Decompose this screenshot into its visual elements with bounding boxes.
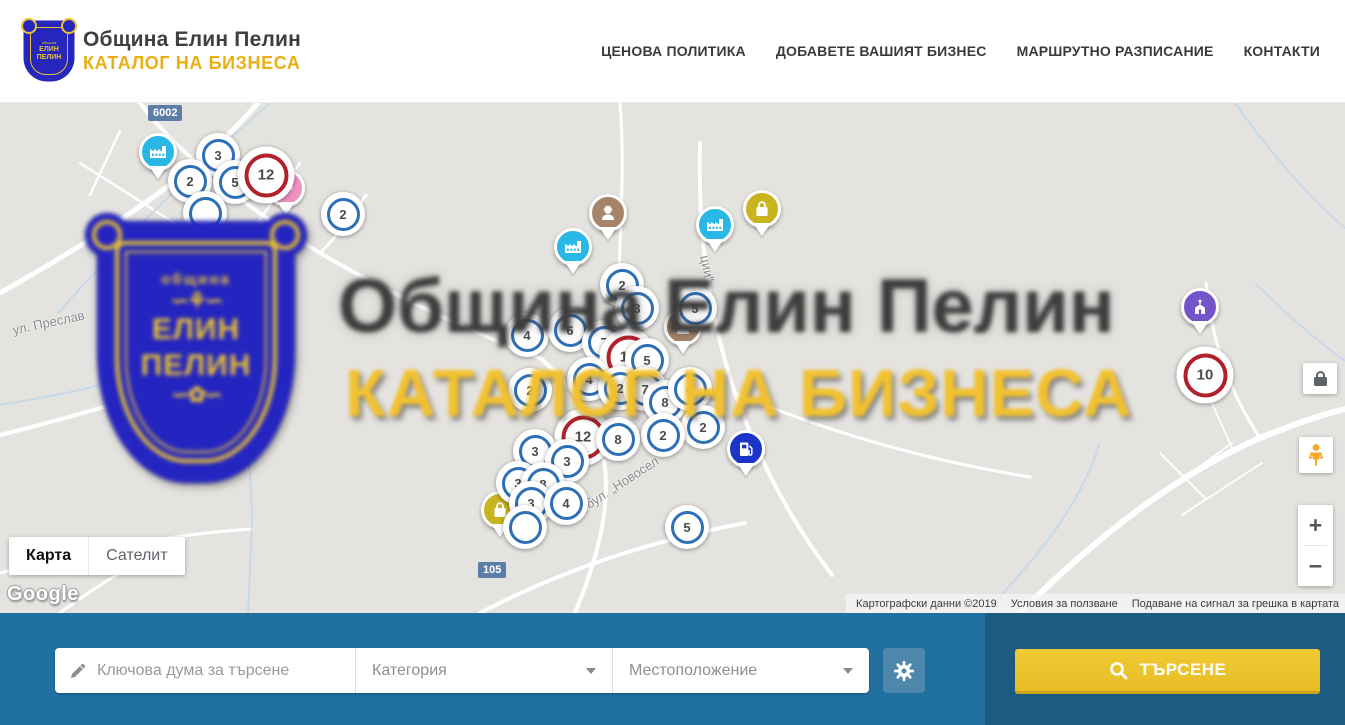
header: община ЕЛИНПЕЛИН Община Елин Пелин КАТАЛ… bbox=[0, 0, 1345, 103]
cluster-count: 2 bbox=[327, 198, 360, 231]
cluster-marker[interactable]: 5 bbox=[665, 505, 709, 549]
cluster-marker[interactable] bbox=[503, 505, 547, 549]
map-type-control: Карта Сателит bbox=[9, 537, 185, 575]
street-view-pegman-button[interactable] bbox=[1299, 437, 1333, 473]
location-select[interactable]: Местоположение bbox=[612, 648, 869, 693]
nav-schedule[interactable]: МАРШРУТНО РАЗПИСАНИЕ bbox=[1017, 43, 1214, 59]
report-error-link[interactable]: Подаване на сигнал за грешка в картата bbox=[1132, 598, 1339, 610]
factory-pin-marker[interactable] bbox=[696, 206, 734, 244]
attribution-copyright: Картографски данни ©2019 bbox=[856, 598, 997, 610]
cluster-marker[interactable]: 2 bbox=[641, 413, 685, 457]
cluster-count bbox=[509, 511, 542, 544]
cluster-marker[interactable]: 2 bbox=[508, 368, 552, 412]
cluster-marker[interactable]: 4 bbox=[505, 313, 549, 357]
brand[interactable]: община ЕЛИНПЕЛИН Община Елин Пелин КАТАЛ… bbox=[25, 22, 301, 80]
chevron-down-icon bbox=[586, 668, 596, 674]
zoom-in-button[interactable]: + bbox=[1298, 505, 1333, 545]
zoom-out-button[interactable]: − bbox=[1298, 546, 1333, 586]
fuel-pin-marker[interactable] bbox=[727, 430, 765, 468]
lock-button[interactable] bbox=[1303, 363, 1337, 394]
advanced-settings-button[interactable] bbox=[883, 648, 925, 693]
category-select[interactable]: Категория bbox=[355, 648, 612, 693]
cluster-marker[interactable]: 10 bbox=[1177, 347, 1234, 404]
cluster-marker[interactable]: 4 bbox=[544, 481, 588, 525]
search-icon bbox=[1109, 661, 1128, 680]
cluster-count: 5 bbox=[671, 511, 704, 544]
cluster-marker[interactable]: 12 bbox=[238, 147, 295, 204]
bag-pin-marker[interactable] bbox=[743, 190, 781, 228]
cluster-marker[interactable]: 2 bbox=[681, 405, 725, 449]
cluster-count: 2 bbox=[647, 419, 680, 452]
terms-link[interactable]: Условия за ползване bbox=[1011, 598, 1118, 610]
cluster-count: 2 bbox=[687, 411, 720, 444]
cluster-count bbox=[189, 197, 222, 230]
factory-pin-marker[interactable] bbox=[554, 228, 592, 266]
pencil-icon bbox=[69, 662, 87, 680]
map[interactable]: 6002105ул. Преславбул. „Новоселции" 3251… bbox=[0, 103, 1345, 613]
cluster-marker[interactable]: 2 bbox=[321, 192, 365, 236]
google-logo: Google bbox=[7, 583, 79, 606]
main-nav: ЦЕНОВА ПОЛИТИКА ДОБАВЕТЕ ВАШИЯТ БИЗНЕС М… bbox=[601, 43, 1320, 59]
cluster-marker[interactable]: 5 bbox=[673, 286, 717, 330]
map-type-map-button[interactable]: Карта bbox=[9, 537, 88, 575]
road-number-badge: 105 bbox=[478, 562, 506, 578]
keyword-field[interactable] bbox=[55, 648, 355, 693]
chevron-down-icon bbox=[843, 668, 853, 674]
map-attribution: Картографски данни ©2019 Условия за полз… bbox=[846, 594, 1345, 613]
worker-pin-marker[interactable] bbox=[589, 194, 627, 232]
search-button[interactable]: ТЪРСЕНЕ bbox=[1015, 649, 1320, 694]
site-subtitle: КАТАЛОГ НА БИЗНЕСА bbox=[83, 53, 301, 74]
pegman-icon bbox=[1306, 443, 1326, 467]
zoom-control: + − bbox=[1298, 505, 1333, 586]
nav-add-business[interactable]: ДОБАВЕТЕ ВАШИЯТ БИЗНЕС bbox=[776, 43, 987, 59]
cluster-marker[interactable]: 8 bbox=[596, 417, 640, 461]
cluster-count: 10 bbox=[1183, 353, 1227, 397]
nav-contacts[interactable]: КОНТАКТИ bbox=[1244, 43, 1320, 59]
municipality-crest-logo: община ЕЛИНПЕЛИН bbox=[25, 22, 73, 80]
cluster-count: 4 bbox=[511, 319, 544, 352]
cluster-marker[interactable] bbox=[183, 191, 227, 235]
cluster-count: 4 bbox=[674, 373, 707, 406]
crest-top-text: община bbox=[42, 40, 56, 45]
road-number-badge: 6002 bbox=[148, 105, 182, 121]
cluster-count: 8 bbox=[602, 423, 635, 456]
factory-pin-marker[interactable] bbox=[139, 133, 177, 171]
nav-pricing[interactable]: ЦЕНОВА ПОЛИТИКА bbox=[601, 43, 746, 59]
map-type-satellite-button[interactable]: Сателит bbox=[88, 537, 184, 575]
cluster-count: 5 bbox=[679, 292, 712, 325]
site-title: Община Елин Пелин bbox=[83, 28, 301, 52]
cluster-marker[interactable]: 3 bbox=[615, 286, 659, 330]
cluster-count: 2 bbox=[514, 374, 547, 407]
cluster-count: 12 bbox=[244, 153, 288, 197]
church-pin-marker[interactable] bbox=[1181, 288, 1219, 326]
cluster-count: 4 bbox=[550, 487, 583, 520]
search-bar: Категория Местоположение bbox=[0, 613, 1345, 725]
keyword-input[interactable] bbox=[97, 662, 343, 680]
cluster-count: 3 bbox=[621, 292, 654, 325]
gear-icon bbox=[893, 660, 915, 682]
